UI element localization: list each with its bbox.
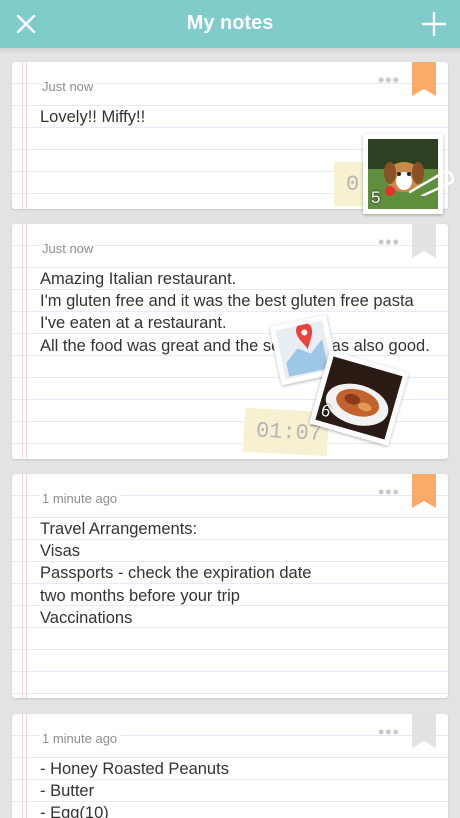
note-text: - Honey Roasted Peanuts - Butter - Egg(1… [40,760,229,818]
navbar: My notes [0,0,460,48]
more-menu-icon[interactable]: ••• [378,722,400,743]
more-menu-icon[interactable]: ••• [378,482,400,503]
paperclip-icon [408,170,454,196]
add-note-button[interactable] [417,7,451,41]
note-time: Just now [40,241,96,256]
note-time: 1 minute ago [40,731,120,746]
page-title: My notes [186,12,274,34]
food-photo [315,356,403,440]
bookmark-icon[interactable] [412,714,436,748]
note-time: 1 minute ago [40,491,120,506]
more-menu-icon[interactable]: ••• [378,232,400,253]
note-text: Lovely!! Miffy!! [40,108,146,126]
note-card[interactable]: 1 minute ago ••• Travel Arrangements: Vi… [12,474,448,698]
bookmark-icon[interactable] [412,62,436,96]
bookmark-icon[interactable] [412,224,436,258]
plus-icon [421,11,447,37]
note-card[interactable]: 1 minute ago ••• - Honey Roasted Peanuts… [12,714,448,818]
note-text: Amazing Italian restaurant. I'm gluten f… [40,270,430,355]
navbar-shadow [0,48,460,54]
more-menu-icon[interactable]: ••• [378,70,400,91]
note-text: Travel Arrangements: Visas Passports - c… [40,520,312,627]
photo-count: 5 [371,188,381,207]
note-time: Just now [40,79,96,94]
bookmark-icon[interactable] [412,474,436,508]
